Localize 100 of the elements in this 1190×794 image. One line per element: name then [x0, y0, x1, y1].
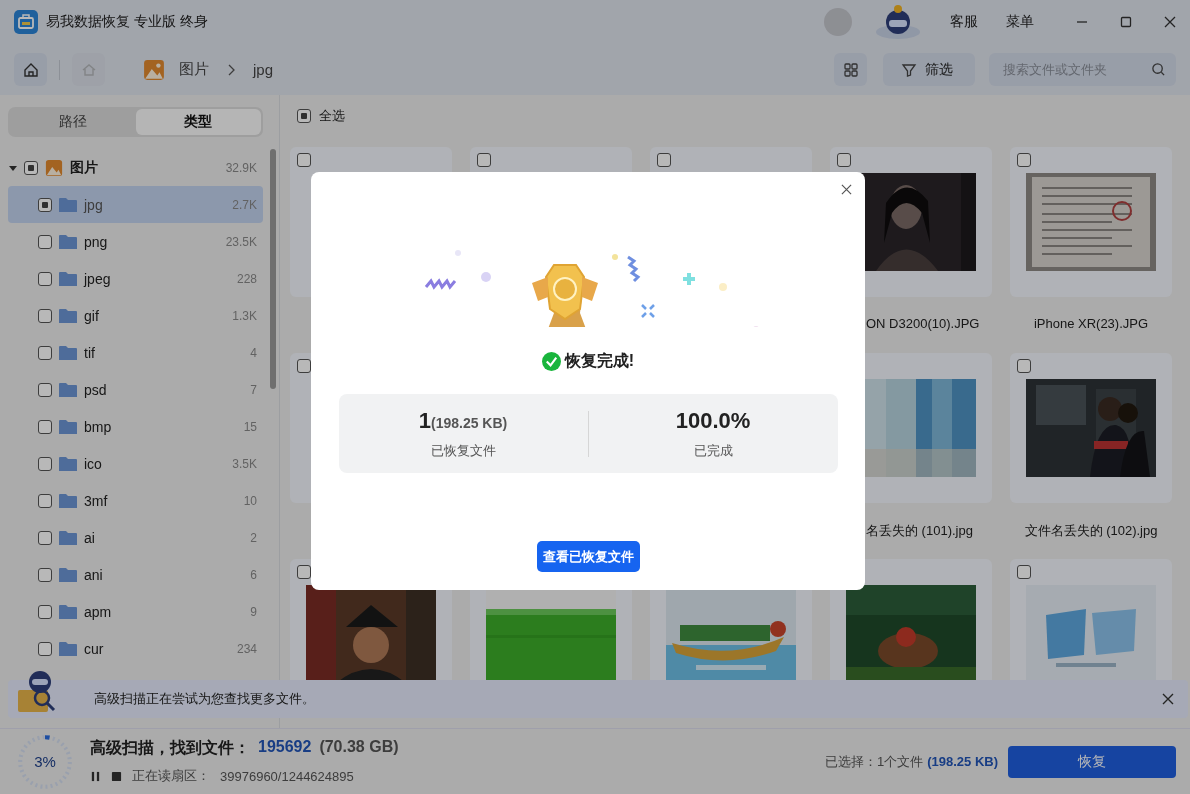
- tree-item[interactable]: ai 2: [8, 519, 263, 556]
- tree-item[interactable]: jpg 2.7K: [8, 186, 263, 223]
- checkbox[interactable]: [1017, 565, 1031, 579]
- checkbox[interactable]: [837, 153, 851, 167]
- checkbox[interactable]: [24, 160, 38, 175]
- checkbox[interactable]: [657, 153, 671, 167]
- tree-item[interactable]: jpeg 228: [8, 260, 263, 297]
- item-count: 4: [250, 345, 257, 360]
- close-icon[interactable]: [1164, 16, 1176, 28]
- view-files-button[interactable]: 查看已恢复文件: [536, 541, 640, 572]
- image-folder-icon: [143, 58, 165, 81]
- checkbox[interactable]: [38, 567, 52, 582]
- folder-icon: [58, 269, 78, 288]
- menu-button[interactable]: 客服: [940, 9, 988, 35]
- item-count: 9: [250, 604, 257, 619]
- home-icon[interactable]: [22, 61, 39, 78]
- tree-label: jpg: [84, 196, 103, 213]
- checkbox[interactable]: [38, 493, 52, 508]
- file-name: 名丢失的 (101).jpg: [865, 522, 973, 540]
- checkbox[interactable]: [477, 153, 491, 167]
- tree-label: bmp: [84, 418, 112, 435]
- checkbox[interactable]: [1017, 153, 1031, 167]
- file-name: 文件名丢失的 (102).jpg: [1024, 522, 1158, 540]
- tree-label: psd: [84, 381, 107, 398]
- tab[interactable]: 路径: [10, 109, 136, 135]
- tree-label: 3mf: [84, 492, 108, 509]
- item-count: 2: [250, 530, 257, 545]
- folder-icon: [58, 195, 78, 214]
- selection-label: 已选择：1个文件: [824, 752, 924, 771]
- stop-icon[interactable]: [111, 770, 122, 782]
- pause-icon[interactable]: [90, 770, 101, 782]
- file-card[interactable]: [1010, 353, 1172, 503]
- menu-button[interactable]: 菜单: [996, 9, 1044, 35]
- tree-label: 图片: [70, 158, 98, 177]
- item-count: 32.9K: [225, 160, 257, 175]
- checkbox[interactable]: [297, 109, 311, 123]
- checkbox[interactable]: [38, 382, 52, 397]
- file-name: ON D3200(10).JPG: [865, 316, 980, 331]
- folder-icon: [58, 528, 78, 547]
- checkbox[interactable]: [38, 456, 52, 471]
- tree-item[interactable]: tif 4: [8, 334, 263, 371]
- tree-item[interactable]: 3mf 10: [8, 482, 263, 519]
- checkbox[interactable]: [297, 359, 311, 373]
- checkbox[interactable]: [38, 197, 52, 212]
- tree-item[interactable]: bmp 15: [8, 408, 263, 445]
- tree-label: jpeg: [84, 270, 111, 287]
- tree-item[interactable]: gif 1.3K: [8, 297, 263, 334]
- app-logo-icon: [14, 10, 38, 34]
- filter-icon[interactable]: [901, 61, 917, 78]
- filter-button[interactable]: 筛选: [883, 53, 975, 86]
- robot-icon[interactable]: [874, 4, 922, 40]
- tree-item[interactable]: 图片 32.9K: [8, 149, 263, 186]
- search-field[interactable]: 搜索文件或文件夹: [989, 53, 1176, 86]
- checkbox[interactable]: [38, 271, 52, 286]
- chevron-icon: [227, 63, 235, 76]
- folder-icon: [58, 232, 78, 251]
- tree-label: png: [84, 233, 108, 250]
- tree-item[interactable]: png 23.5K: [8, 223, 263, 260]
- scan-label: 高级扫描，找到文件：: [90, 738, 250, 758]
- checkbox[interactable]: [38, 604, 52, 619]
- breadcrumb-link[interactable]: jpg: [247, 61, 280, 78]
- grid-icon[interactable]: [842, 61, 859, 78]
- checkbox[interactable]: [38, 530, 52, 545]
- stat-label: 已完成: [693, 441, 733, 460]
- checkbox[interactable]: [1017, 359, 1031, 373]
- dialog-title: 恢复完成!: [564, 351, 635, 371]
- checkbox[interactable]: [297, 153, 311, 167]
- notification-text: 高级扫描正在尝试为您查找更多文件。: [94, 690, 315, 708]
- folder-icon: [58, 417, 78, 436]
- tree-item[interactable]: cur 234: [8, 630, 263, 667]
- home-button[interactable]: [14, 53, 47, 86]
- tree-item[interactable]: ico 3.5K: [8, 445, 263, 482]
- close-icon[interactable]: [1162, 693, 1174, 705]
- selection-size: (198.25 KB): [927, 754, 998, 769]
- folder-icon: [58, 602, 78, 621]
- checkbox[interactable]: [38, 419, 52, 434]
- close-icon[interactable]: [841, 184, 852, 195]
- checkbox[interactable]: [38, 641, 52, 656]
- tree-item[interactable]: ani 6: [8, 556, 263, 593]
- checkbox[interactable]: [38, 345, 52, 360]
- recover-button[interactable]: 恢复: [1008, 745, 1176, 778]
- item-count: 15: [243, 419, 257, 434]
- checkbox[interactable]: [38, 308, 52, 323]
- folder-icon: [58, 639, 78, 658]
- breadcrumb-link[interactable]: 图片: [173, 60, 215, 79]
- tab[interactable]: 类型: [135, 109, 261, 135]
- found-count: 195692: [258, 738, 312, 757]
- item-count: 2.7K: [232, 197, 257, 212]
- item-count: 1.3K: [232, 308, 257, 323]
- item-count: 7: [250, 382, 257, 397]
- search-icon[interactable]: [1151, 62, 1166, 77]
- tree-item[interactable]: apm 9: [8, 593, 263, 630]
- tree-item[interactable]: psd 7: [8, 371, 263, 408]
- maximize-icon[interactable]: [1120, 16, 1132, 28]
- sector-value: 39976960/1244624895: [220, 768, 354, 784]
- scrollbar[interactable]: [270, 149, 276, 389]
- checkbox[interactable]: [38, 234, 52, 249]
- checkbox[interactable]: [297, 565, 311, 579]
- tree-label: cur: [84, 640, 104, 657]
- grid-view-button[interactable]: [834, 53, 867, 86]
